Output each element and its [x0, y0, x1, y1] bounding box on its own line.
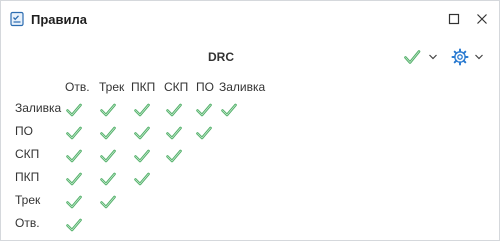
check-icon[interactable] — [133, 125, 151, 141]
check-icon[interactable] — [195, 125, 213, 141]
window-title: Правила — [31, 12, 87, 27]
row-header: СКП — [15, 147, 40, 161]
check-icon[interactable] — [65, 194, 83, 210]
check-icon[interactable] — [99, 148, 117, 164]
check-icon[interactable] — [99, 125, 117, 141]
rules-window-icon — [10, 11, 24, 27]
row-header: Трек — [15, 193, 41, 207]
column-header: Заливка — [219, 80, 266, 94]
check-icon[interactable] — [220, 102, 238, 118]
check-icon[interactable] — [65, 171, 83, 187]
row-header: ПКП — [15, 170, 40, 184]
check-icon[interactable] — [165, 148, 183, 164]
check-icon[interactable] — [99, 171, 117, 187]
check-icon[interactable] — [65, 217, 83, 233]
chevron-down-icon[interactable] — [473, 47, 485, 67]
check-icon[interactable] — [133, 102, 151, 118]
column-header: СКП — [164, 80, 189, 94]
check-icon[interactable] — [99, 102, 117, 118]
check-icon[interactable] — [99, 194, 117, 210]
check-icon[interactable] — [133, 148, 151, 164]
maximize-icon[interactable] — [445, 10, 463, 28]
gear-icon[interactable] — [451, 47, 469, 67]
check-icon[interactable] — [65, 125, 83, 141]
row-header: Отв. — [15, 216, 40, 230]
column-header: Отв. — [65, 80, 90, 94]
column-header: ПО — [196, 80, 214, 94]
rules-window: Правила DRC Отв. Трек ПКП СКП ПО Заливка… — [0, 0, 500, 241]
title-bar[interactable]: Правила — [1, 1, 499, 37]
check-icon[interactable] — [65, 102, 83, 118]
check-icon[interactable] — [403, 47, 421, 67]
column-header: Трек — [99, 80, 125, 94]
header-title: DRC — [208, 50, 234, 64]
row-header: Заливка — [15, 101, 62, 115]
column-header: ПКП — [131, 80, 156, 94]
check-icon[interactable] — [133, 171, 151, 187]
check-icon[interactable] — [65, 148, 83, 164]
close-icon[interactable] — [473, 10, 491, 28]
check-icon[interactable] — [165, 125, 183, 141]
row-header: ПО — [15, 124, 33, 138]
check-icon[interactable] — [195, 102, 213, 118]
check-icon[interactable] — [165, 102, 183, 118]
chevron-down-icon[interactable] — [427, 47, 439, 67]
